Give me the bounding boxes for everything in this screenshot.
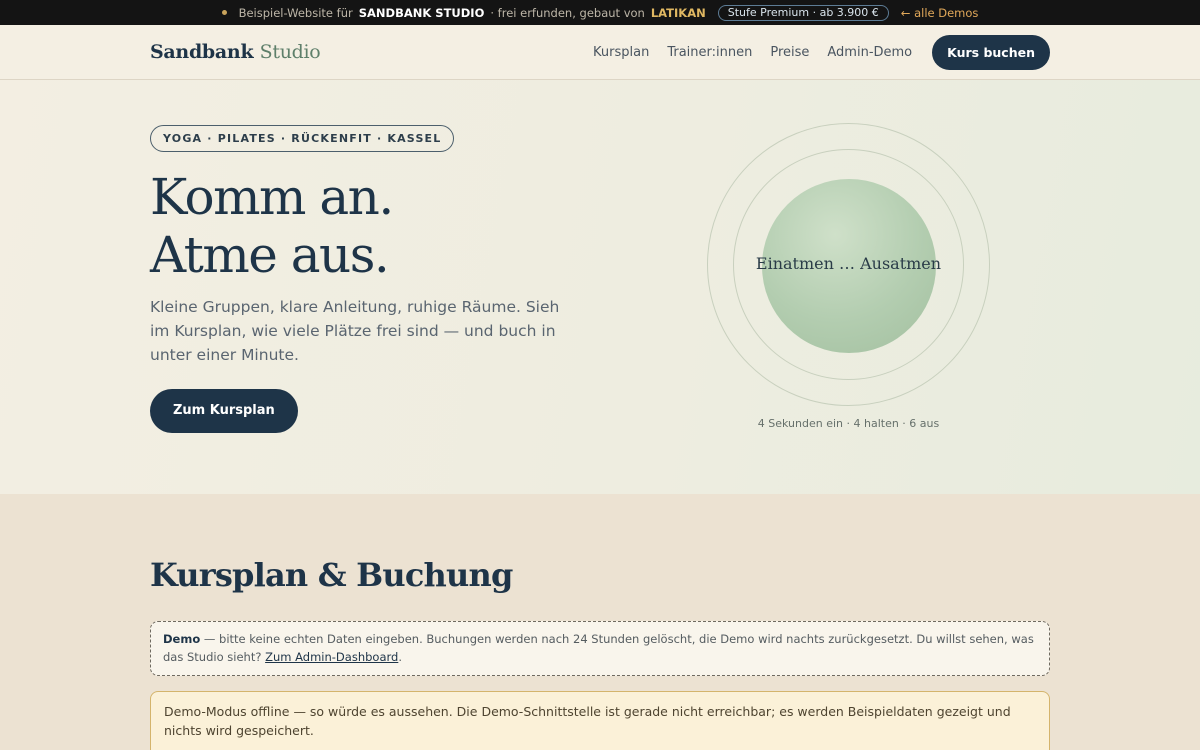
nav-link-kursplan[interactable]: Kursplan — [593, 45, 649, 60]
demo-notice: Demo — bitte keine echten Daten eingeben… — [150, 621, 1050, 676]
breathing-rhythm-note: 4 Sekunden ein · 4 halten · 6 aus — [757, 417, 940, 430]
hero-section: YOGA · PILATES · RÜCKENFIT · KASSEL Komm… — [0, 80, 1200, 494]
book-course-button[interactable]: Kurs buchen — [932, 34, 1050, 70]
logo-main: Sandbank — [150, 41, 254, 63]
offline-notice: Demo-Modus offline — so würde es aussehe… — [150, 691, 1050, 750]
hero-lead: Kleine Gruppen, klare Anleitung, ruhige … — [150, 298, 560, 364]
category-chip: YOGA · PILATES · RÜCKENFIT · KASSEL — [150, 125, 455, 152]
admin-dashboard-link[interactable]: Zum Admin-Dashboard — [265, 650, 398, 664]
demo-banner-prefix: Beispiel-Website für — [238, 5, 353, 20]
demo-banner-builder[interactable]: LATIKAN — [651, 6, 706, 20]
bullet-icon — [221, 10, 227, 15]
demo-banner: Beispiel-Website für SANDBANK STUDIO · f… — [0, 0, 1200, 25]
site-logo[interactable]: Sandbank Studio — [150, 41, 321, 63]
demo-banner-middle: · frei erfunden, gebaut von — [490, 5, 645, 20]
nav-link-trainer[interactable]: Trainer:innen — [667, 45, 752, 60]
demo-notice-label: Demo — [163, 632, 201, 646]
schedule-title: Kursplan & Buchung — [150, 556, 513, 594]
demo-notice-end: . — [398, 650, 402, 664]
hero-title-line1: Komm an. — [150, 168, 394, 226]
site-header: Sandbank Studio Kursplan Trainer:innen P… — [0, 25, 1200, 80]
hero-title-line2: Atme aus. — [150, 226, 390, 284]
all-demos-link[interactable]: ← alle Demos — [901, 6, 979, 20]
demo-banner-studio: SANDBANK STUDIO — [358, 5, 485, 20]
nav-link-preise[interactable]: Preise — [770, 45, 809, 60]
logo-accent: Studio — [259, 41, 321, 63]
to-schedule-button[interactable]: Zum Kursplan — [150, 389, 298, 433]
breathing-label: Einatmen … Ausatmen — [755, 254, 942, 273]
hero-title: Komm an. Atme aus. — [150, 168, 394, 284]
nav-link-admin-demo[interactable]: Admin-Demo — [827, 45, 912, 60]
tier-badge: Stufe Premium · ab 3.900 € — [717, 4, 889, 21]
main-nav: Kursplan Trainer:innen Preise Admin-Demo… — [593, 34, 1050, 70]
